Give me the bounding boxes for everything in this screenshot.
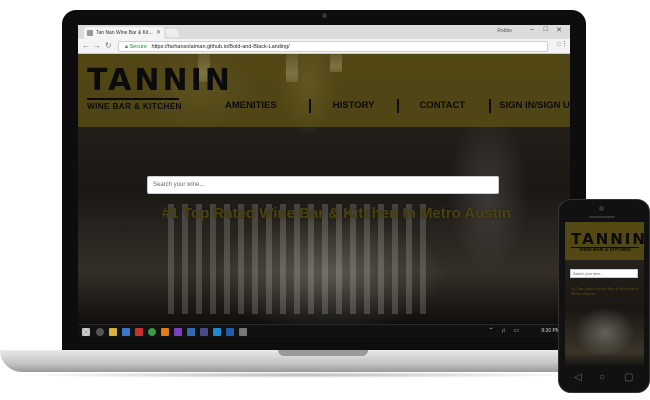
laptop-notch	[278, 350, 368, 356]
maximize-window-icon[interactable]: □	[544, 26, 548, 33]
browser-profile-name[interactable]: Robbe	[497, 28, 512, 34]
forward-arrow-icon[interactable]: →	[93, 41, 101, 51]
browser-toolbar: ← → ↻ 🔒︎ Secure https://farhansolaiman.g…	[78, 39, 570, 54]
site-nav: AMENITIES HISTORY CONTACT SIGN IN/SIGN U…	[225, 99, 570, 113]
nav-item-sign-in[interactable]: SIGN IN/SIGN UP	[499, 99, 570, 113]
start-menu-icon[interactable]	[82, 328, 90, 336]
chrome-icon[interactable]	[148, 328, 156, 336]
phone-screen: TANNIN WINE BAR & KITCHEN Search your wi…	[565, 222, 644, 367]
phone-logo-title: TANNIN	[571, 230, 644, 248]
back-arrow-icon[interactable]: ←	[82, 41, 90, 51]
close-tab-icon[interactable]: ✕	[156, 27, 161, 39]
phone-camera	[599, 206, 604, 211]
browser-tab[interactable]: Tan Nan Wine Bar & Kit... ✕	[84, 27, 164, 39]
new-tab-button[interactable]	[164, 29, 180, 37]
system-tray-icons[interactable]: ⌃ ♫ ▭	[488, 327, 522, 334]
phone-search-input[interactable]: Search your wine...	[570, 269, 638, 278]
app-indigo-icon[interactable]	[200, 328, 208, 336]
phone-recent-apps-icon[interactable]: ▢	[624, 372, 633, 383]
logo-subtitle: WINE BAR & KITCHEN	[87, 98, 182, 111]
site-header: TANNIN WINE BAR & KITCHEN AMENITIES HIST…	[78, 54, 570, 127]
phone-speaker	[589, 216, 615, 218]
laptop-camera	[322, 13, 327, 18]
laptop-shadow	[10, 372, 590, 378]
url-text[interactable]: https://farhansolaiman.github.io/Bold-an…	[151, 44, 289, 50]
page-favicon-icon	[87, 30, 93, 36]
store-icon[interactable]	[122, 328, 130, 336]
app-orange-icon[interactable]	[161, 328, 169, 336]
windows-taskbar: ⌃ ♫ ▭ 9:30 PM	[78, 324, 570, 338]
device-mockup-stage: Tan Nan Wine Bar & Kit... ✕ Robbe – □ ✕ …	[0, 0, 650, 400]
nav-divider	[489, 99, 492, 113]
app-photoshop-icon[interactable]	[213, 328, 221, 336]
reload-icon[interactable]: ↻	[105, 41, 112, 51]
hero-tagline: #1 Top Rated Wine Bar & Kitchen In Metro…	[162, 205, 512, 222]
minimize-window-icon[interactable]: –	[530, 26, 534, 33]
phone-home-icon[interactable]: ○	[599, 372, 605, 383]
nav-divider	[397, 99, 400, 113]
web-page: TANNIN WINE BAR & KITCHEN AMENITIES HIST…	[78, 54, 570, 326]
app-purple-icon[interactable]	[174, 328, 182, 336]
app-word-icon[interactable]	[226, 328, 234, 336]
wine-search-input[interactable]: Search your wine...	[147, 176, 499, 194]
browser-menu-icon[interactable]: ⋮	[561, 40, 568, 48]
app-blue-icon[interactable]	[187, 328, 195, 336]
address-bar[interactable]: 🔒︎ Secure https://farhansolaiman.github.…	[118, 41, 548, 52]
phone-tagline: #1 Top Rated Wine Bar & Kitchen In Metro…	[571, 286, 639, 296]
phone-site-header: TANNIN WINE BAR & KITCHEN	[565, 222, 644, 260]
browser-tab-bar: Tan Nan Wine Bar & Kit... ✕ Robbe – □ ✕	[78, 25, 570, 39]
nav-divider	[308, 99, 311, 113]
phone-back-icon[interactable]: ◁	[574, 372, 582, 383]
lock-icon: 🔒︎	[125, 44, 128, 50]
logo-title: TANNIN	[87, 63, 233, 98]
laptop-screen: Tan Nan Wine Bar & Kit... ✕ Robbe – □ ✕ …	[78, 25, 570, 338]
app-grey-icon[interactable]	[239, 328, 247, 336]
nav-item-contact[interactable]: CONTACT	[419, 99, 465, 113]
phone-site-logo[interactable]: TANNIN WINE BAR & KITCHEN	[571, 230, 644, 253]
site-logo[interactable]: TANNIN WINE BAR & KITCHEN	[87, 63, 233, 115]
tab-title: Tan Nan Wine Bar & Kit...	[96, 30, 153, 36]
secure-label: Secure	[129, 44, 147, 50]
app-red-icon[interactable]	[135, 328, 143, 336]
search-icon[interactable]	[96, 328, 104, 336]
phone-logo-subtitle: WINE BAR & KITCHEN	[571, 247, 639, 253]
close-window-icon[interactable]: ✕	[556, 26, 562, 34]
nav-item-history[interactable]: HISTORY	[333, 99, 375, 113]
nav-item-amenities[interactable]: AMENITIES	[225, 99, 277, 113]
file-explorer-icon[interactable]	[109, 328, 117, 336]
